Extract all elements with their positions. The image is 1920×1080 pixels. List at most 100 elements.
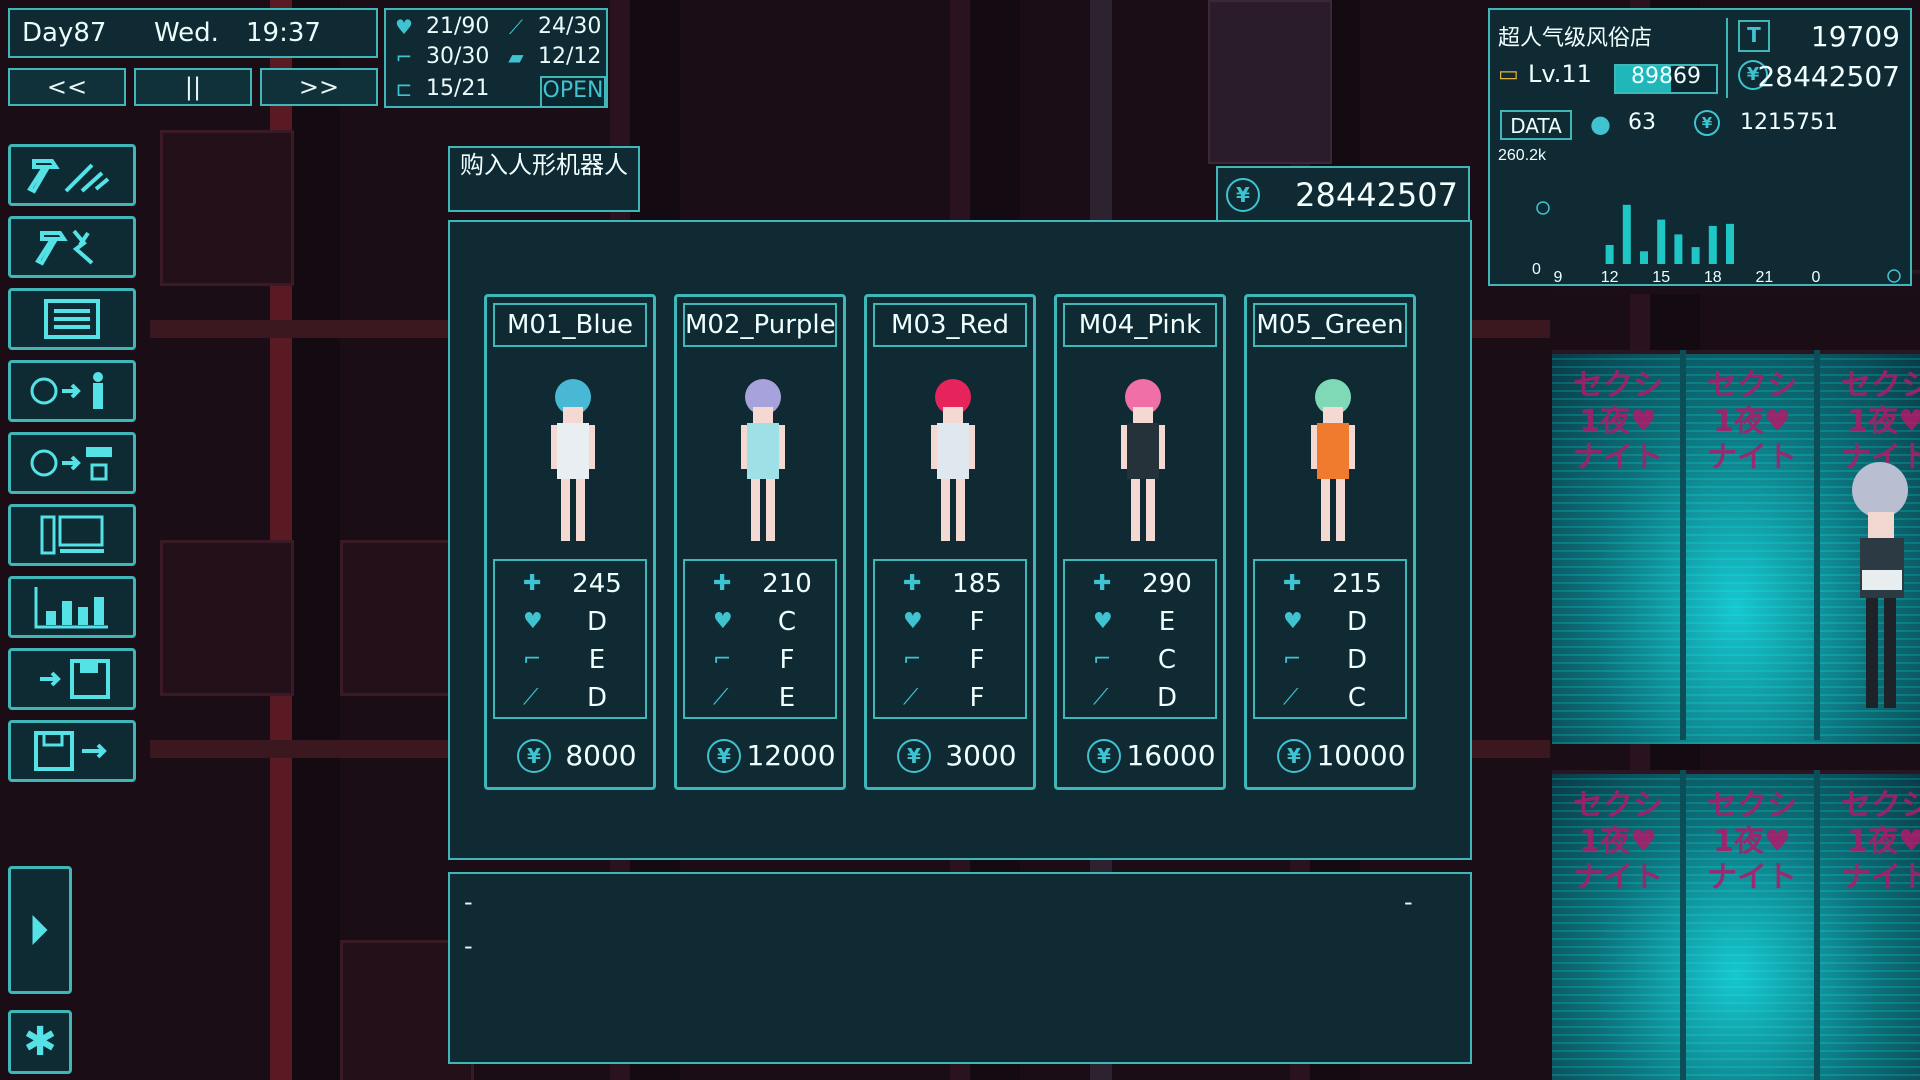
resource-panel: ♥ 21/90 ⟋ 24/30 ⌐ 30/30 ▰ 12/12 ⊏ 15/21 OPEN xyxy=(384,8,608,108)
hp-plus-icon: ✚ xyxy=(1093,571,1112,596)
gun-icon: ⌐ xyxy=(903,647,922,672)
robot-stats: ✚ 245 ♥ D ⌐ E ⟋ D xyxy=(493,559,647,719)
robot-name: M05_Green xyxy=(1253,303,1407,347)
shop-info-panel: 超人气级风俗店 T 19709 ▭ Lv.11 89869 ¥ 28442507… xyxy=(1488,8,1912,286)
room-divider xyxy=(1814,770,1820,1080)
neon-sign-logo: セクシ 1夜♥ ナイト xyxy=(1841,788,1920,895)
repair-tool-button[interactable] xyxy=(8,216,136,278)
pause-button[interactable]: || xyxy=(134,68,252,106)
clock-icon xyxy=(1887,269,1901,283)
robot-card-1[interactable]: M01_Blue ✚ 245 ♥ D ⌐ E ⟋ D ¥8000 xyxy=(484,294,656,790)
hp-plus-icon: ✚ xyxy=(903,571,922,596)
stat-love: D xyxy=(1346,607,1368,637)
room-divider xyxy=(1814,350,1820,740)
statistics-button[interactable] xyxy=(8,576,136,638)
hammer-spark-icon xyxy=(35,229,94,266)
robot-figure xyxy=(1311,379,1355,541)
buy-robot-button[interactable] xyxy=(8,432,136,494)
robot-price: ¥10000 xyxy=(1247,737,1413,777)
data-button[interactable]: DATA xyxy=(1500,110,1572,140)
chat-icon: ▭ xyxy=(1498,62,1519,87)
duct-decor xyxy=(1208,0,1332,164)
robot-card-4[interactable]: M04_Pink ✚ 290 ♥ E ⌐ C ⟋ D ¥16000 xyxy=(1054,294,1226,790)
wrench-icon: ⟋ xyxy=(1093,685,1109,710)
hire-staff-button[interactable] xyxy=(8,360,136,422)
build-tool-button[interactable] xyxy=(8,144,136,206)
save-icon xyxy=(40,659,110,699)
save-game-button[interactable] xyxy=(8,648,136,710)
play-button[interactable] xyxy=(8,866,72,994)
dialog-title: 购入人形机器人 xyxy=(460,151,628,179)
stat-gun: E xyxy=(588,645,606,675)
robot-stats: ✚ 185 ♥ F ⌐ F ⟋ F xyxy=(873,559,1027,719)
stat-heart: 21/90 xyxy=(426,14,490,39)
income-chart: 260.2k 0 9 12 15 18 21 0 xyxy=(1498,147,1901,286)
gear-icon: ✱ xyxy=(23,1019,57,1065)
customer-count: 63 xyxy=(1628,110,1656,135)
price-value: 12000 xyxy=(746,739,836,772)
hp-plus-icon: ✚ xyxy=(1283,571,1302,596)
wrench-icon: ⟋ xyxy=(903,685,919,710)
chart-bar-6 xyxy=(1691,247,1700,264)
yen-coin-icon: ¥ xyxy=(897,739,931,773)
stat-love: E xyxy=(1158,607,1176,637)
robot-name: M01_Blue xyxy=(493,303,647,347)
stat-gun: F xyxy=(779,645,795,675)
menu-list-button[interactable] xyxy=(8,288,136,350)
open-status-badge[interactable]: OPEN xyxy=(540,76,606,108)
hp-plus-icon: ✚ xyxy=(713,571,732,596)
robot-card-3[interactable]: M03_Red ✚ 185 ♥ F ⌐ F ⟋ F ¥3000 xyxy=(864,294,1036,790)
bathtub-decor xyxy=(160,540,294,696)
stat-hp: 215 xyxy=(1332,569,1382,599)
neon-sign-logo: セクシ 1夜♥ ナイト xyxy=(1707,788,1797,895)
stat-hp: 290 xyxy=(1142,569,1192,599)
robot-figure xyxy=(1121,379,1165,541)
neon-sign-logo: セクシ 1夜♥ ナイト xyxy=(1573,368,1663,475)
load-game-button[interactable] xyxy=(8,720,136,782)
weekday: Wed. xyxy=(154,18,219,48)
shop-level: Lv.11 xyxy=(1528,60,1592,88)
yen-coin-icon: ¥ xyxy=(1087,739,1121,773)
gun-icon: ⌐ xyxy=(523,647,542,672)
price-value: 16000 xyxy=(1126,739,1216,772)
speed-up-button[interactable]: >> xyxy=(260,68,378,106)
dialog-money-value: 28442507 xyxy=(1295,176,1458,214)
chart-bar-8 xyxy=(1726,223,1734,264)
computer-icon xyxy=(40,515,104,555)
robot-price: ¥16000 xyxy=(1057,737,1223,777)
room-divider xyxy=(1680,350,1686,740)
bathtub-decor xyxy=(160,130,294,286)
robot-card-2[interactable]: M02_Purple ✚ 210 ♥ C ⌐ F ⟋ E ¥12000 xyxy=(674,294,846,790)
ticket-count: 19709 xyxy=(1810,20,1900,53)
chart-x-tick: 9 xyxy=(1554,269,1563,286)
chart-x-tick: 12 xyxy=(1601,269,1619,286)
gun-icon: ⌐ xyxy=(395,44,413,69)
stat-hp: 245 xyxy=(572,569,622,599)
robot-price: ¥3000 xyxy=(867,737,1033,777)
stat-tool: E xyxy=(778,683,796,713)
chart-x-tick: 21 xyxy=(1756,269,1774,286)
heart-icon: ♥ xyxy=(1093,609,1113,634)
hp-plus-icon: ✚ xyxy=(523,571,542,596)
gun-icon: ⌐ xyxy=(1283,647,1302,672)
chart-bar-5 xyxy=(1674,234,1683,264)
robot-figure xyxy=(551,379,595,541)
computer-button[interactable] xyxy=(8,504,136,566)
yen-coin-icon: ¥ xyxy=(1277,739,1311,773)
slow-down-button[interactable]: << xyxy=(8,68,126,106)
staff-character[interactable] xyxy=(1840,450,1920,750)
robot-price: ¥8000 xyxy=(487,737,653,777)
robot-card-5[interactable]: M05_Green ✚ 215 ♥ D ⌐ D ⟋ C ¥10000 xyxy=(1244,294,1416,790)
stat-gun: C xyxy=(1157,645,1177,675)
chart-bar-7 xyxy=(1708,225,1717,264)
heart-icon: ♥ xyxy=(903,609,923,634)
day-counter: Day87 xyxy=(22,18,107,48)
wrench-icon: ⟋ xyxy=(1283,685,1299,710)
robot-name: M03_Red xyxy=(873,303,1027,347)
neon-sign-logo: セクシ 1夜♥ ナイト xyxy=(1573,788,1663,895)
clock-time: 19:37 xyxy=(246,18,321,48)
heart-icon: ♥ xyxy=(395,14,413,39)
settings-button[interactable]: ✱ xyxy=(8,1010,72,1074)
stat-hp: 185 xyxy=(952,569,1002,599)
yen-to-person-icon xyxy=(30,372,103,409)
